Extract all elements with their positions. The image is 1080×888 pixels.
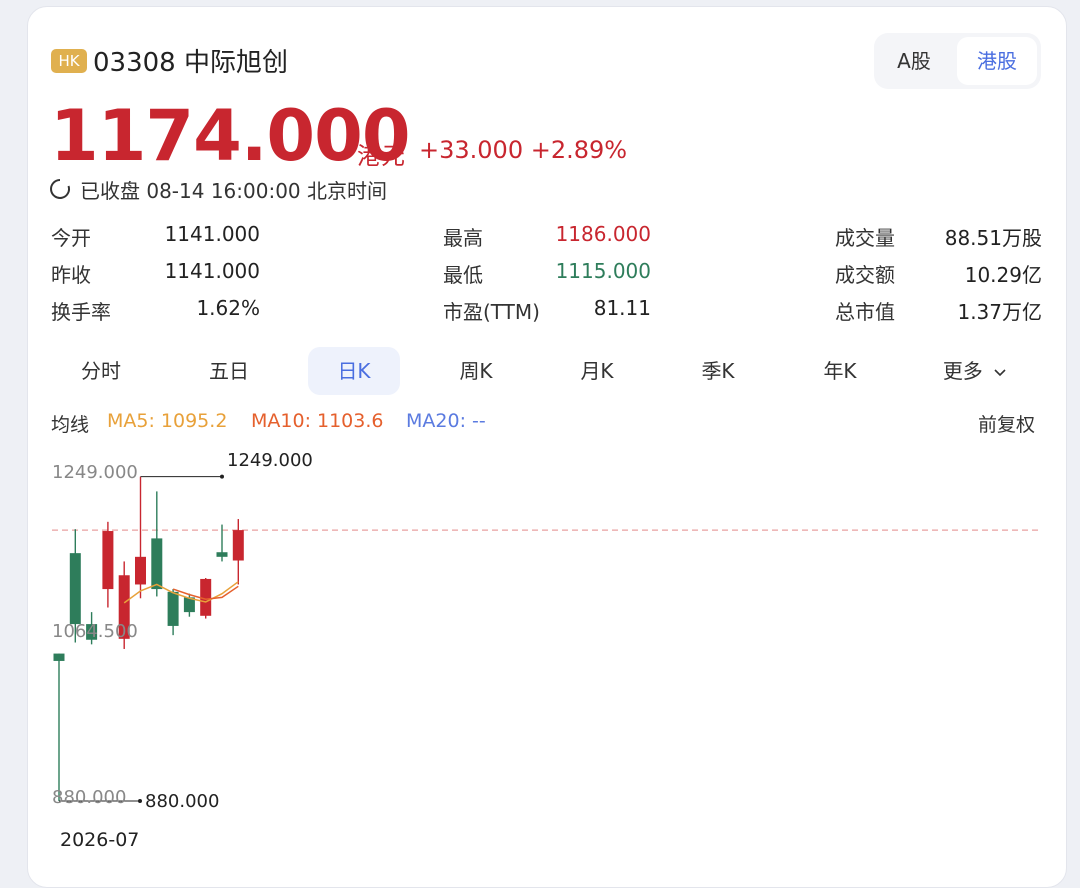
y-axis-label-mid: 1064.500: [52, 621, 138, 642]
x-axis-date: 2026-07: [60, 829, 140, 851]
candle-body: [151, 538, 163, 590]
min-annotation: 880.000: [145, 791, 220, 812]
min-callout-dot: [138, 799, 142, 803]
max-callout-dot: [220, 474, 224, 479]
candle-body: [232, 530, 244, 561]
candle-body: [135, 556, 146, 585]
y-axis-label-top: 1249.000: [52, 462, 138, 483]
max-annotation: 1249.000: [227, 450, 313, 471]
candle-body: [53, 653, 65, 661]
candle-body: [69, 553, 81, 625]
candle-body: [216, 552, 228, 557]
y-axis-label-bottom: 880.000: [52, 787, 127, 808]
candle-body: [102, 531, 114, 590]
candle-body: [167, 591, 179, 626]
candlestick-chart[interactable]: [0, 0, 1080, 863]
